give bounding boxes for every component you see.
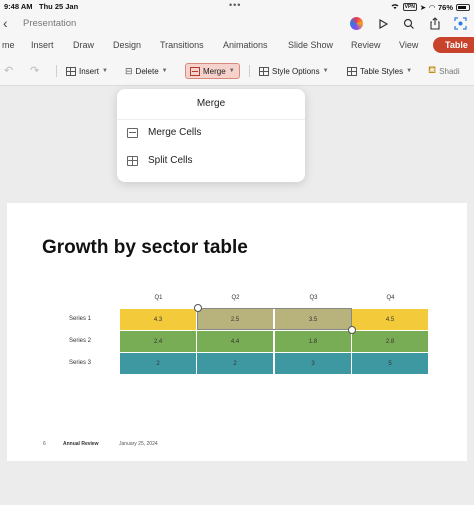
redo-icon[interactable]: ↷ <box>30 63 39 77</box>
column-header-q4[interactable]: Q4 <box>352 295 429 301</box>
table-cell[interactable]: 4.3 <box>120 309 197 330</box>
tab-insert[interactable]: Insert <box>31 40 54 50</box>
back-icon[interactable]: ‹ <box>3 15 8 31</box>
focus-mode-icon[interactable] <box>453 16 468 31</box>
table-cell[interactable]: 2.8 <box>352 331 429 352</box>
shading-button[interactable]: ⛾ Shadi <box>428 64 460 78</box>
title-bar: ‹ Presentation <box>0 13 474 35</box>
cell-selection-outline <box>197 308 352 330</box>
footer-text: Annual Review <box>63 441 99 447</box>
battery-icon <box>456 3 470 11</box>
slide-canvas[interactable]: Growth by sector table Q1 Q2 Q3 Q4 Serie… <box>7 203 467 461</box>
paint-bucket-icon: ⛾ <box>428 64 437 76</box>
merge-cells-icon <box>127 127 138 138</box>
multitask-dots-icon[interactable]: ••• <box>229 0 241 10</box>
document-title[interactable]: Presentation <box>23 18 76 29</box>
row-header-series-1[interactable]: Series 1 <box>69 316 91 322</box>
table-cell[interactable]: 3 <box>275 353 352 374</box>
table-cell[interactable]: 4.5 <box>352 309 429 330</box>
copilot-icon[interactable] <box>349 16 364 31</box>
insert-label: Insert <box>79 66 100 76</box>
status-date: Thu 25 Jan <box>39 2 79 11</box>
table-cell[interactable]: 4.4 <box>197 331 274 352</box>
delete-label: Delete <box>135 66 159 76</box>
table-styles-label: Table Styles <box>360 66 404 76</box>
tab-slide-show[interactable]: Slide Show <box>288 40 333 50</box>
status-bar: 9:48 AM Thu 25 Jan ••• VPN ➤ ◠ 76% <box>0 0 474 13</box>
battery-percent: 76% <box>437 2 453 12</box>
merge-cells-label: Merge Cells <box>148 127 202 138</box>
titlebar-actions <box>349 16 468 31</box>
tab-transitions[interactable]: Transitions <box>160 40 204 50</box>
status-time: 9:48 AM <box>4 2 33 11</box>
footer-date: January 25, 2024 <box>119 441 158 447</box>
shading-label: Shadi <box>439 66 460 76</box>
chevron-down-icon: ▼ <box>102 68 108 74</box>
table-style-icon <box>259 66 269 76</box>
divider <box>117 119 305 120</box>
slide-number: 6 <box>43 441 46 447</box>
merge-dropdown: Merge Merge Cells Split Cells <box>117 89 305 182</box>
headphones-icon: ◠ <box>429 2 435 12</box>
column-header-q1[interactable]: Q1 <box>120 295 197 301</box>
merge-label: Merge <box>203 66 226 76</box>
split-cells-icon <box>127 155 138 166</box>
divider <box>249 65 250 77</box>
share-icon[interactable] <box>427 16 442 31</box>
chevron-down-icon: ▼ <box>406 68 413 74</box>
status-indicators: VPN ➤ ◠ 76% <box>390 2 470 12</box>
merge-button[interactable]: Merge ▼ <box>185 63 240 79</box>
selection-handle-end[interactable] <box>348 326 356 334</box>
tab-review[interactable]: Review <box>351 40 381 50</box>
split-cells-label: Split Cells <box>148 155 193 166</box>
divider <box>56 65 57 77</box>
tab-animations[interactable]: Animations <box>223 40 268 50</box>
merge-dropdown-title: Merge <box>196 98 226 109</box>
table-delete-icon: ⊟ <box>125 65 133 76</box>
merge-cells-icon <box>190 66 200 76</box>
tab-home[interactable]: me <box>2 40 15 50</box>
table-cell[interactable]: 2.4 <box>120 331 197 352</box>
wifi-icon <box>390 2 400 12</box>
table-styles-icon <box>347 66 357 76</box>
tab-table[interactable]: Table <box>433 37 474 53</box>
split-cells-item[interactable]: Split Cells <box>127 155 192 166</box>
search-icon[interactable] <box>401 16 416 31</box>
tab-draw[interactable]: Draw <box>73 40 94 50</box>
table-cell[interactable]: 1.8 <box>275 331 352 352</box>
chevron-down-icon: ▼ <box>161 68 168 74</box>
column-header-q2[interactable]: Q2 <box>197 295 274 301</box>
chevron-down-icon: ▼ <box>322 68 329 74</box>
slide-title[interactable]: Growth by sector table <box>42 237 248 259</box>
style-options-label: Style Options <box>272 66 320 76</box>
row-header-series-2[interactable]: Series 2 <box>69 338 91 344</box>
location-icon: ➤ <box>419 2 427 12</box>
table-cell[interactable]: 2 <box>197 353 274 374</box>
table-cell[interactable]: 5 <box>352 353 429 374</box>
chevron-down-icon: ▼ <box>228 68 235 74</box>
column-header-q3[interactable]: Q3 <box>275 295 352 301</box>
ribbon-tabs: me Insert Draw Design Transitions Animat… <box>0 35 474 56</box>
insert-button[interactable]: Insert ▼ <box>66 64 108 78</box>
style-options-button[interactable]: Style Options ▼ <box>259 64 329 78</box>
vpn-badge: VPN <box>402 3 417 11</box>
ribbon-toolbar: ↶ ↷ Insert ▼ ⊟ Delete ▼ Merge ▼ Style Op… <box>0 56 474 86</box>
tab-view[interactable]: View <box>399 40 418 50</box>
tab-design[interactable]: Design <box>113 40 141 50</box>
table-cell[interactable]: 2 <box>120 353 197 374</box>
table-insert-icon <box>66 66 76 76</box>
undo-icon[interactable]: ↶ <box>4 63 13 77</box>
play-icon[interactable] <box>375 16 390 31</box>
merge-cells-item[interactable]: Merge Cells <box>127 127 201 138</box>
row-header-series-3[interactable]: Series 3 <box>69 360 91 366</box>
selection-handle-start[interactable] <box>194 304 202 312</box>
delete-button[interactable]: ⊟ Delete ▼ <box>125 64 168 78</box>
table-styles-button[interactable]: Table Styles ▼ <box>347 64 412 78</box>
